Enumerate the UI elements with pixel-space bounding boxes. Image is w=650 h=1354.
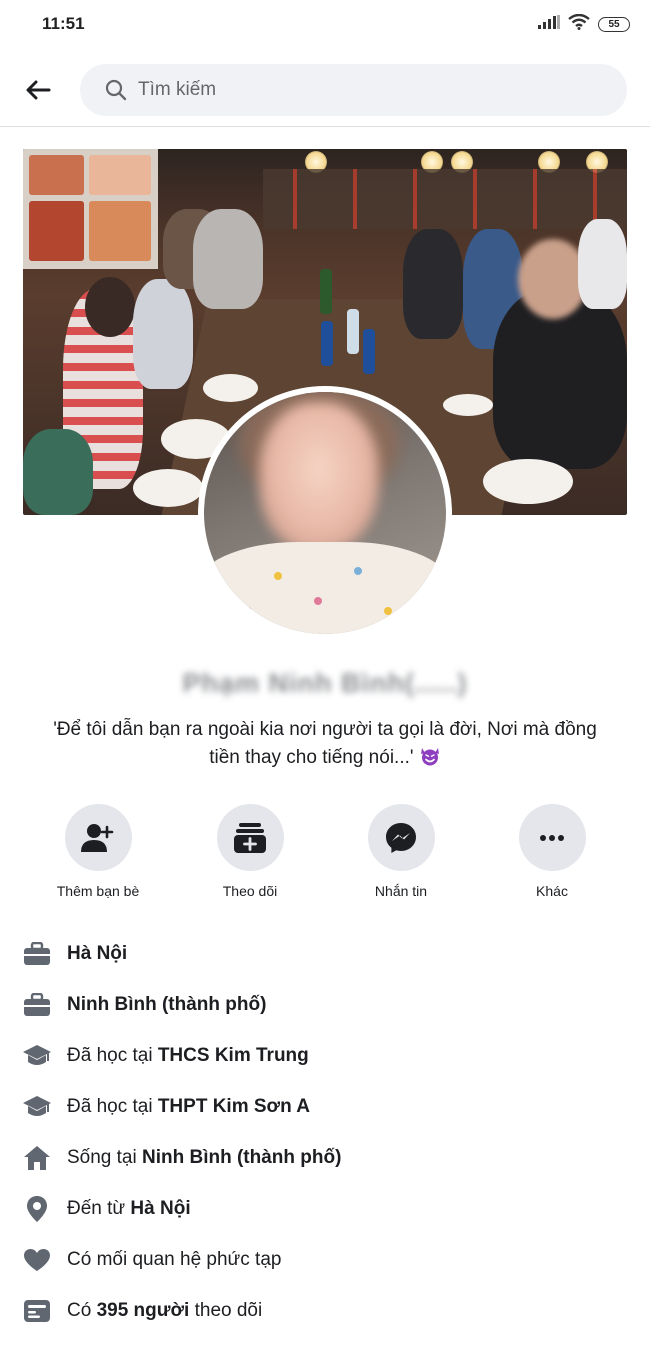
shirt-pattern-dot bbox=[314, 597, 322, 605]
cover-person bbox=[193, 209, 263, 309]
intro-row-education: Đã học tại THCS Kim Trung bbox=[0, 1036, 650, 1076]
intro-text: Đến từ Hà Nội bbox=[67, 1198, 191, 1219]
briefcase-icon bbox=[22, 990, 52, 1020]
intro-row-from: Đến từ Hà Nội bbox=[0, 1189, 650, 1229]
cover-bottle bbox=[320, 269, 332, 314]
cover-plate bbox=[133, 469, 203, 507]
profile-actions: Thêm bạn bè Theo dõi Nhắn tin Khác bbox=[0, 804, 650, 904]
status-time: 11:51 bbox=[42, 14, 85, 33]
search-icon bbox=[104, 78, 128, 102]
follow-label: Theo dõi bbox=[222, 883, 278, 899]
intro-row-education: Đã học tại THPT Kim Sơn A bbox=[0, 1087, 650, 1127]
intro-text: Sống tại Ninh Bình (thành phố) bbox=[67, 1147, 342, 1168]
top-header bbox=[0, 62, 650, 120]
battery-icon: 55 bbox=[598, 17, 630, 32]
status-bar: 11:51 55 bbox=[0, 0, 650, 48]
graduation-cap-icon bbox=[22, 1092, 52, 1122]
more-label: Khác bbox=[536, 883, 568, 899]
add-friend-button-circle[interactable] bbox=[64, 804, 132, 871]
cover-bottle bbox=[321, 321, 333, 366]
bio-text: 'Để tôi dẫn bạn ra ngoài kia nơi người t… bbox=[53, 719, 597, 768]
cover-bottle bbox=[347, 309, 359, 354]
home-icon bbox=[22, 1143, 52, 1173]
signal-icon bbox=[538, 15, 560, 34]
smiling-devil-emoji-icon bbox=[420, 748, 439, 766]
intro-text: Đã học tại THCS Kim Trung bbox=[67, 1045, 309, 1066]
shirt-pattern-dot bbox=[244, 607, 252, 615]
avatar-face bbox=[259, 402, 379, 552]
wifi-icon bbox=[568, 13, 590, 35]
intro-text: Có mối quan hệ phức tạp bbox=[67, 1249, 282, 1270]
cover-plate bbox=[203, 374, 258, 402]
status-icons: 55 bbox=[538, 13, 630, 35]
cover-plate bbox=[443, 394, 493, 416]
message-button[interactable]: Nhắn tin bbox=[336, 804, 466, 899]
intro-row-work: Hà Nội bbox=[0, 934, 650, 974]
back-arrow-icon bbox=[26, 80, 51, 100]
follow-button-circle[interactable] bbox=[216, 804, 284, 871]
location-pin-icon bbox=[22, 1194, 52, 1224]
more-button[interactable]: Khác bbox=[487, 804, 617, 899]
intro-text: Đã học tại THPT Kim Sơn A bbox=[67, 1096, 310, 1117]
intro-text: Có 395 người theo dõi bbox=[67, 1300, 263, 1321]
cover-person bbox=[133, 279, 193, 389]
followers-icon bbox=[22, 1296, 52, 1326]
briefcase-icon bbox=[22, 939, 52, 969]
search-input[interactable] bbox=[138, 79, 578, 101]
shirt-pattern-dot bbox=[354, 567, 362, 575]
header-divider bbox=[0, 126, 650, 127]
shirt-pattern-dot bbox=[384, 607, 392, 615]
intro-text: Hà Nội bbox=[67, 943, 128, 964]
follow-icon bbox=[234, 822, 266, 853]
intro-row-followers[interactable]: Có 395 người theo dõi bbox=[0, 1291, 650, 1331]
cover-menu-poster bbox=[23, 149, 158, 269]
profile-avatar[interactable] bbox=[198, 386, 452, 640]
messenger-icon bbox=[386, 822, 416, 853]
shirt-pattern-dot bbox=[274, 572, 282, 580]
intro-row-lives-in: Sống tại Ninh Bình (thành phố) bbox=[0, 1138, 650, 1178]
cover-plate bbox=[483, 459, 573, 504]
intro-row-work: Ninh Bình (thành phố) bbox=[0, 985, 650, 1025]
avatar-shirt bbox=[204, 542, 446, 634]
add-friend-button[interactable]: Thêm bạn bè bbox=[33, 804, 163, 899]
more-icon bbox=[540, 834, 564, 841]
cover-bottle bbox=[363, 329, 375, 374]
cover-person-head bbox=[85, 277, 135, 337]
profile-bio: 'Để tôi dẫn bạn ra ngoài kia nơi người t… bbox=[40, 716, 610, 772]
intro-text: Ninh Bình (thành phố) bbox=[67, 994, 267, 1015]
add-friend-icon bbox=[81, 823, 114, 852]
avatar-photo bbox=[204, 392, 446, 634]
graduation-cap-icon bbox=[22, 1041, 52, 1071]
follow-button[interactable]: Theo dõi bbox=[185, 804, 315, 899]
add-friend-label: Thêm bạn bè bbox=[56, 883, 140, 899]
heart-icon bbox=[22, 1245, 52, 1275]
message-button-circle[interactable] bbox=[367, 804, 435, 871]
cover-person bbox=[578, 219, 627, 309]
cover-person bbox=[23, 429, 93, 515]
profile-name: Phạm Ninh Bình(.....) bbox=[182, 668, 468, 698]
intro-row-relationship: Có mối quan hệ phức tạp bbox=[0, 1240, 650, 1280]
more-button-circle[interactable] bbox=[518, 804, 586, 871]
search-box[interactable] bbox=[80, 64, 627, 116]
message-label: Nhắn tin bbox=[374, 883, 428, 899]
back-button[interactable] bbox=[22, 76, 54, 104]
cover-person bbox=[403, 229, 463, 339]
